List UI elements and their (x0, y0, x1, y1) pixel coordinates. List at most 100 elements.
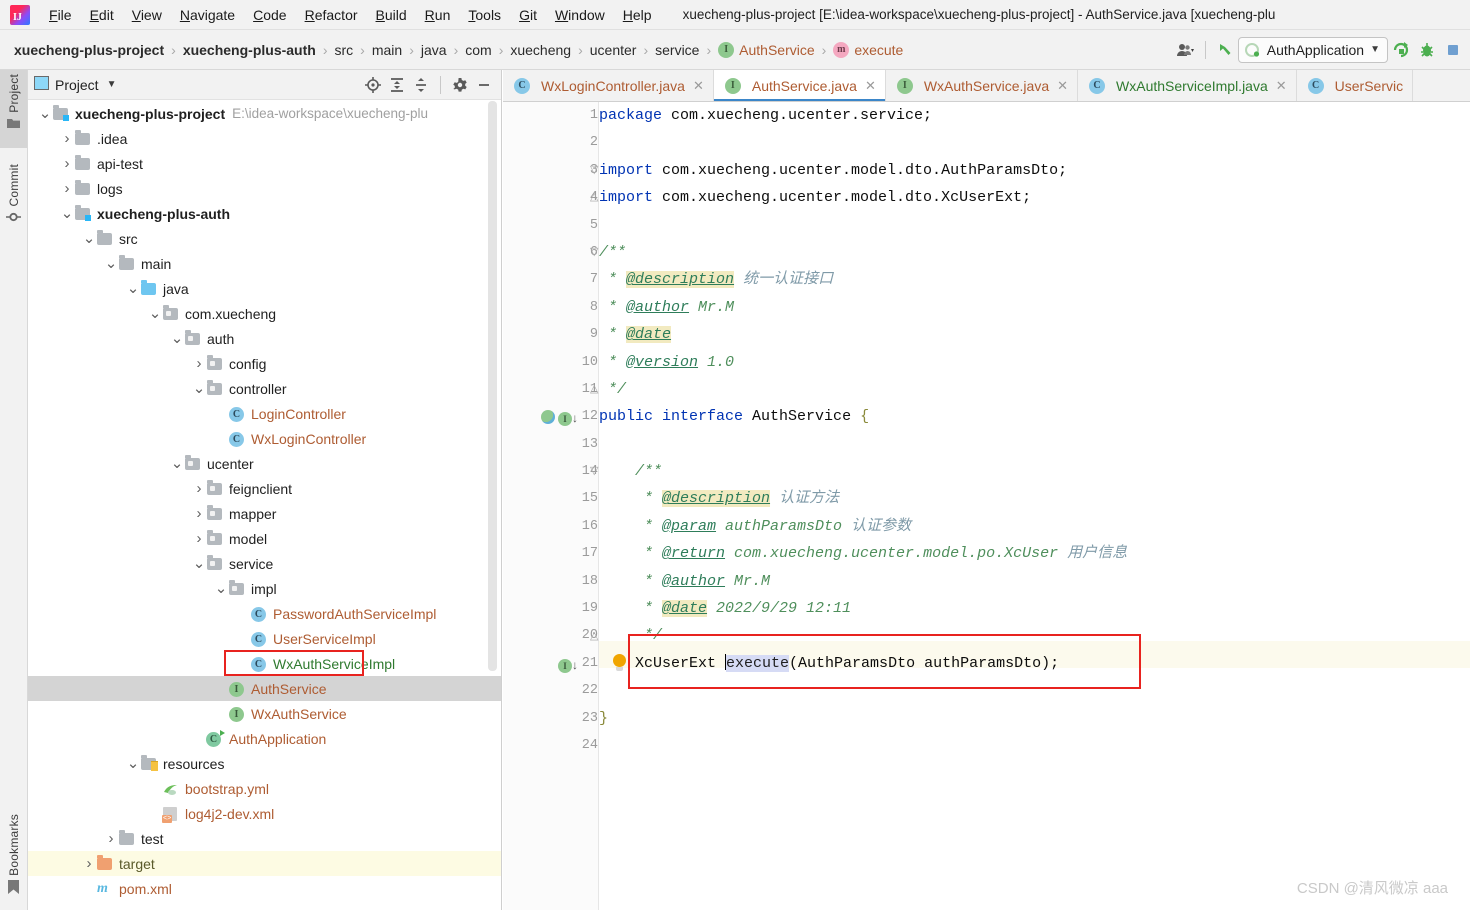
menu-item-window[interactable]: Window (546, 4, 614, 26)
code-line[interactable]: * @description 统一认证接口 (599, 266, 1470, 293)
breadcrumb-item-java[interactable]: java (421, 42, 447, 58)
chevron-right-icon[interactable]: › (60, 155, 74, 172)
tree-row-ucenter[interactable]: ⌄ ucenter (28, 451, 501, 476)
tree-row-wxauthserviceimpl[interactable]: C WxAuthServiceImpl (28, 651, 501, 676)
tree-row-service[interactable]: ⌄ service (28, 551, 501, 576)
tree-row-logincontroller[interactable]: C LoginController (28, 401, 501, 426)
locate-icon[interactable] (362, 74, 384, 96)
code-line[interactable]: public interface AuthService { (599, 403, 1470, 430)
code-line[interactable]: import com.xuecheng.ucenter.model.dto.Au… (599, 157, 1470, 184)
chevron-down-icon[interactable]: ⌄ (192, 381, 206, 396)
chevron-down-icon[interactable]: ⌄ (170, 456, 184, 471)
chevron-down-icon[interactable]: ⌄ (170, 331, 184, 346)
code-line[interactable]: XcUserExt execute(AuthParamsDto authPara… (599, 650, 1470, 677)
breadcrumb-item-service[interactable]: service (655, 42, 699, 58)
editor-gutter[interactable]: 1 2 3 4 5 6 7 8 9 10 11 12 13 14 15 16 17 18 19 20 21 22 23 24 … (503, 102, 626, 910)
chevron-right-icon[interactable]: › (192, 480, 206, 497)
tree-row-passwordauthserviceimpl[interactable]: C PasswordAuthServiceImpl (28, 601, 501, 626)
tree-row-wxauthservice[interactable]: I WxAuthService (28, 701, 501, 726)
run-icon[interactable] (1388, 37, 1414, 63)
code-line[interactable]: */ (599, 376, 1470, 403)
menu-item-help[interactable]: Help (614, 4, 661, 26)
code-line[interactable] (599, 431, 1470, 458)
code-line[interactable]: * @param authParamsDto 认证参数 (599, 513, 1470, 540)
tree-row-xuecheng-plus-project[interactable]: ⌄ xuecheng-plus-project E:\idea-workspace\… (28, 101, 501, 126)
tab-authservice[interactable]: I AuthService.java ✕ (713, 70, 886, 101)
chevron-down-icon[interactable]: ⌄ (126, 281, 140, 296)
chevron-down-icon[interactable]: ⌄ (214, 581, 228, 596)
chevron-down-icon[interactable]: ⌄ (38, 106, 52, 121)
tree-row-main[interactable]: ⌄ main (28, 251, 501, 276)
breadcrumb-item-module[interactable]: xuecheng-plus-auth (183, 42, 316, 58)
close-icon[interactable]: ✕ (1276, 78, 1287, 94)
tree-row-api-test[interactable]: › api-test (28, 151, 501, 176)
chevron-down-icon[interactable]: ⌄ (126, 756, 140, 771)
code-line[interactable]: */ (599, 622, 1470, 649)
breadcrumb-item-main[interactable]: main (372, 42, 402, 58)
tree-row-test[interactable]: › test (28, 826, 501, 851)
code-line[interactable]: import com.xuecheng.ucenter.model.dto.Xc… (599, 184, 1470, 211)
chevron-down-icon[interactable]: ⌄ (60, 206, 74, 221)
tree-row-logs[interactable]: › logs (28, 176, 501, 201)
code-line[interactable] (599, 732, 1470, 759)
chevron-right-icon[interactable]: › (192, 530, 206, 547)
back-arrow-icon[interactable] (1212, 37, 1238, 63)
tree-row-wxlogincontroller[interactable]: C WxLoginController (28, 426, 501, 451)
breadcrumb-item-ucenter[interactable]: ucenter (590, 42, 637, 58)
code-line[interactable] (599, 129, 1470, 156)
chevron-down-icon[interactable]: ▼ (107, 79, 117, 90)
chevron-down-icon[interactable]: ⌄ (104, 256, 118, 271)
tree-row-target[interactable]: › target (28, 851, 501, 876)
fold-marker[interactable]: ▽ (590, 157, 598, 184)
code-line[interactable]: * @description 认证方法 (599, 485, 1470, 512)
code-line[interactable] (599, 677, 1470, 704)
menu-item-build[interactable]: Build (367, 4, 416, 26)
code-line[interactable] (599, 212, 1470, 239)
tree-row-userserviceimpl[interactable]: C UserServiceImpl (28, 626, 501, 651)
tool-window-project[interactable]: Project (0, 70, 27, 148)
menu-item-edit[interactable]: Edit (81, 4, 123, 26)
menu-item-code[interactable]: Code (244, 4, 295, 26)
fold-marker[interactable]: ▽ (590, 458, 598, 485)
chevron-right-icon[interactable]: › (60, 180, 74, 197)
tree-row-pom-xml[interactable]: m pom.xml (28, 876, 501, 901)
chevron-right-icon[interactable]: › (82, 855, 96, 872)
hide-icon[interactable] (473, 74, 495, 96)
fold-marker[interactable]: △ (590, 376, 598, 403)
menu-item-tools[interactable]: Tools (459, 4, 510, 26)
project-tree[interactable]: ⌄ xuecheng-plus-project E:\idea-workspace\… (28, 101, 501, 910)
close-icon[interactable]: ✕ (693, 78, 704, 94)
chevron-right-icon[interactable]: › (104, 830, 118, 847)
code-line[interactable]: * @version 1.0 (599, 349, 1470, 376)
tree-row-impl[interactable]: ⌄ impl (28, 576, 501, 601)
tool-window-commit[interactable]: Commit (0, 160, 27, 242)
tab-wxauthservice[interactable]: I WxAuthService.java ✕ (886, 70, 1079, 101)
code-line[interactable]: * @date 2022/9/29 12:11 (599, 595, 1470, 622)
debug-icon[interactable] (1414, 37, 1440, 63)
tree-row-controller[interactable]: ⌄ controller (28, 376, 501, 401)
menu-item-git[interactable]: Git (510, 4, 546, 26)
menu-item-run[interactable]: Run (416, 4, 460, 26)
chevron-right-icon[interactable]: › (192, 505, 206, 522)
breadcrumb-item-execute[interactable]: m execute (833, 41, 903, 58)
code-lines[interactable]: package com.xuecheng.ucenter.service; imp… (590, 102, 1470, 910)
chevron-down-icon[interactable]: ⌄ (82, 231, 96, 246)
implementing-interface-icon[interactable]: I ↓ (558, 411, 578, 426)
fold-marker[interactable]: △ (590, 623, 598, 650)
breadcrumb-item-project[interactable]: xuecheng-plus-project (14, 42, 164, 58)
menu-item-file[interactable]: File (40, 4, 81, 26)
breadcrumb-item-xuecheng[interactable]: xuecheng (510, 42, 571, 58)
chevron-down-icon[interactable]: ⌄ (148, 306, 162, 321)
code-line[interactable]: } (599, 705, 1470, 732)
expand-all-icon[interactable] (386, 74, 408, 96)
breadcrumb-item-authservice[interactable]: I AuthService (718, 41, 815, 58)
tab-wxlogincontroller[interactable]: C WxLoginController.java ✕ (503, 70, 714, 101)
code-line[interactable]: * @author Mr.M (599, 294, 1470, 321)
code-editor[interactable]: 1 2 3 4 5 6 7 8 9 10 11 12 13 14 15 16 17 18 19 20 21 22 23 24 … (503, 102, 1470, 910)
gear-icon[interactable] (449, 74, 471, 96)
tree-row-auth[interactable]: ⌄ auth (28, 326, 501, 351)
tree-row-bootstrap-yml[interactable]: bootstrap.yml (28, 776, 501, 801)
menu-item-navigate[interactable]: Navigate (171, 4, 244, 26)
tree-row-feignclient[interactable]: › feignclient (28, 476, 501, 501)
implementing-method-icon[interactable]: I ↓ (558, 658, 578, 673)
